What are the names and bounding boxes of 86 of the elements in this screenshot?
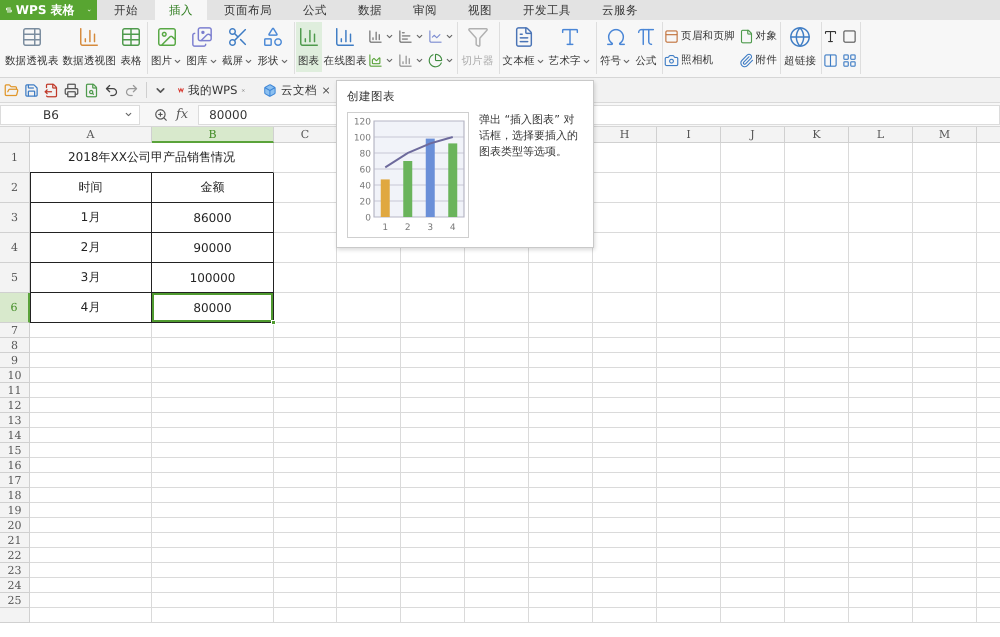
- table-cell[interactable]: 金额: [152, 173, 274, 203]
- axis-label: 80: [360, 150, 371, 160]
- ribbon-button[interactable]: 数据透视表: [3, 22, 61, 72]
- axis-label: 20: [360, 198, 371, 208]
- axis-label: 0: [365, 214, 371, 224]
- axis-label: 120: [354, 118, 371, 128]
- ribbon-button[interactable]: 对象: [738, 28, 778, 44]
- menu-tab[interactable]: 审阅: [399, 0, 451, 20]
- axis-label: 40: [360, 182, 371, 192]
- ribbon-button[interactable]: 附件: [738, 52, 778, 68]
- table-cell[interactable]: 86000: [152, 203, 274, 233]
- row-header[interactable]: 19: [0, 503, 30, 518]
- axis-label: 100: [354, 134, 371, 144]
- menu-tab[interactable]: 开发工具: [509, 0, 585, 20]
- row-header[interactable]: 4: [0, 233, 30, 263]
- row-header[interactable]: 5: [0, 263, 30, 293]
- ribbon-button[interactable]: 艺术字: [546, 22, 593, 72]
- row-header[interactable]: 9: [0, 353, 30, 368]
- ribbon-button[interactable]: 照相机: [664, 52, 735, 68]
- table-cell[interactable]: 1月: [30, 203, 152, 233]
- ribbon-button[interactable]: 图表: [296, 22, 322, 72]
- menu-tab[interactable]: 插入: [155, 0, 207, 20]
- document-tab[interactable]: 我的WPS: [172, 78, 252, 102]
- table-cell[interactable]: 时间: [30, 173, 152, 203]
- table-cell[interactable]: 100000: [152, 263, 274, 293]
- axis-label: 3: [427, 223, 434, 233]
- row-header[interactable]: 11: [0, 383, 30, 398]
- row-header[interactable]: 15: [0, 443, 30, 458]
- row-header[interactable]: 7: [0, 323, 30, 338]
- row-header[interactable]: 3: [0, 203, 30, 233]
- row-header[interactable]: 2: [0, 173, 30, 203]
- column-header[interactable]: L: [849, 127, 913, 143]
- row-header[interactable]: 16: [0, 458, 30, 473]
- table-cell[interactable]: 90000: [152, 233, 274, 263]
- row-header[interactable]: 14: [0, 428, 30, 443]
- menu-tab[interactable]: 数据: [344, 0, 396, 20]
- tooltip-title: 创建图表: [347, 89, 396, 104]
- menu-tab[interactable]: 页面布局: [210, 0, 286, 20]
- ribbon-button[interactable]: 页眉和页脚: [664, 28, 735, 44]
- ribbon-button[interactable]: 符号: [598, 22, 634, 72]
- menu-tab[interactable]: 公式: [289, 0, 341, 20]
- column-header[interactable]: C: [274, 127, 337, 143]
- column-header[interactable]: K: [785, 127, 849, 143]
- table-cell[interactable]: 4月: [30, 293, 152, 323]
- row-header[interactable]: 1: [0, 143, 30, 173]
- ribbon-button[interactable]: 公式: [633, 22, 660, 72]
- column-header[interactable]: M: [913, 127, 977, 143]
- ribbon-button[interactable]: 形状: [255, 22, 291, 72]
- column-header[interactable]: A: [30, 127, 152, 143]
- ribbon-button[interactable]: 图库: [184, 22, 220, 72]
- row-header[interactable]: 8: [0, 338, 30, 353]
- ribbon-button[interactable]: 数据透视图: [60, 22, 118, 72]
- row-header[interactable]: 12: [0, 398, 30, 413]
- row-header[interactable]: 22: [0, 548, 30, 563]
- table-cell[interactable]: 2018年XX公司甲产品销售情况: [30, 143, 274, 173]
- row-header[interactable]: 20: [0, 518, 30, 533]
- axis-label: 2: [404, 223, 411, 233]
- column-header[interactable]: I: [657, 127, 721, 143]
- ribbon-button[interactable]: 图片: [149, 22, 184, 72]
- row-header[interactable]: 17: [0, 473, 30, 488]
- row-header[interactable]: 10: [0, 368, 30, 383]
- row-header[interactable]: 24: [0, 578, 30, 593]
- function-button[interactable]: fx: [176, 107, 188, 122]
- row-header[interactable]: 23: [0, 563, 30, 578]
- axis-label: 1: [382, 223, 388, 233]
- name-box[interactable]: B6: [0, 104, 140, 124]
- menu-tab[interactable]: 视图: [454, 0, 506, 20]
- menu-tab[interactable]: 云服务: [588, 0, 652, 20]
- axis-label: 60: [360, 166, 371, 176]
- table-cell[interactable]: 80000: [152, 293, 274, 323]
- ribbon-button[interactable]: 在线图表: [322, 22, 368, 72]
- ribbon-button[interactable]: 超链接: [782, 22, 818, 72]
- menu-tab[interactable]: 开始: [100, 0, 152, 20]
- row-header[interactable]: 21: [0, 533, 30, 548]
- ribbon-button[interactable]: 文本框: [500, 22, 547, 72]
- row-header[interactable]: 18: [0, 488, 30, 503]
- table-cell[interactable]: 3月: [30, 263, 152, 293]
- column-header[interactable]: H: [593, 127, 657, 143]
- row-header[interactable]: 13: [0, 413, 30, 428]
- ribbon-button[interactable]: 截屏: [220, 22, 256, 72]
- row-header[interactable]: 25: [0, 593, 30, 608]
- axis-label: 4: [450, 223, 456, 233]
- column-header[interactable]: J: [721, 127, 785, 143]
- ribbon-button[interactable]: 表格: [118, 22, 144, 72]
- table-cell[interactable]: 2月: [30, 233, 152, 263]
- document-tab[interactable]: 云文档: [257, 78, 337, 102]
